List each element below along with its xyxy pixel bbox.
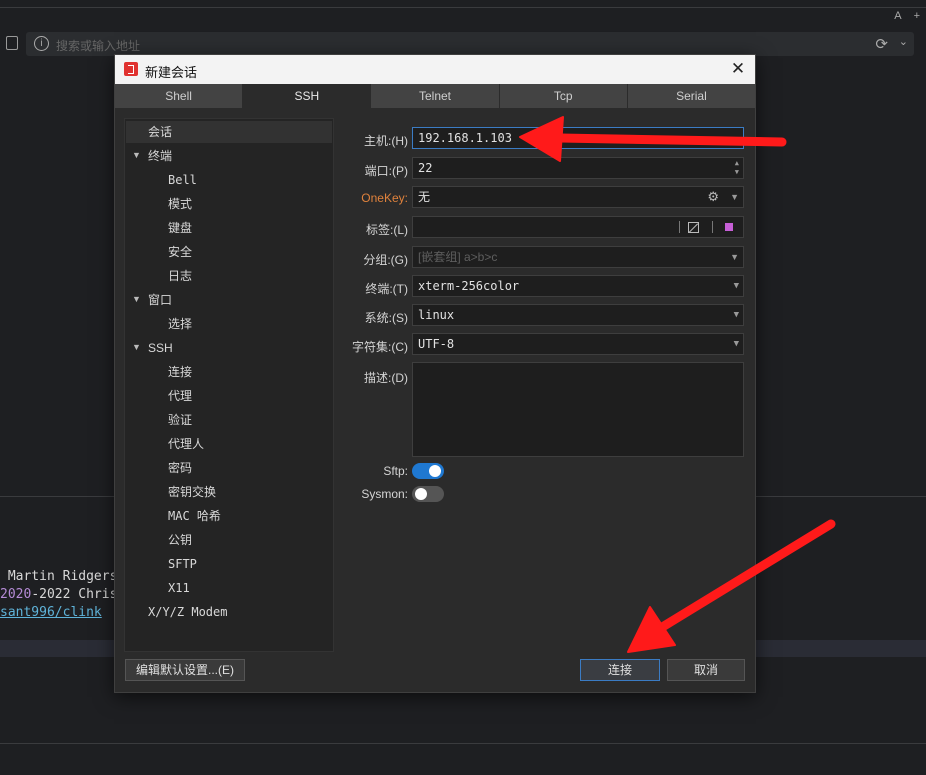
system-select[interactable]: linux ▼ xyxy=(412,304,744,326)
port-spinner[interactable]: 22 ▲ ▼ xyxy=(412,157,744,179)
tree-item-connection[interactable]: 连接 xyxy=(168,361,192,383)
app-logo-icon xyxy=(124,62,138,76)
duplicate-icon[interactable] xyxy=(6,36,18,50)
separator xyxy=(679,221,680,233)
dropdown-arrow-icon[interactable]: ▼ xyxy=(734,276,739,296)
address-placeholder: 搜索或输入地址 xyxy=(56,39,141,53)
add-tab-icon[interactable]: + xyxy=(914,10,920,22)
dropdown-arrow-icon[interactable]: ▼ xyxy=(730,187,739,207)
caret-down-icon[interactable]: ▼ xyxy=(132,342,141,352)
tree-item-mode[interactable]: 模式 xyxy=(168,193,192,215)
sysmon-toggle[interactable] xyxy=(412,486,444,502)
charset-value: UTF-8 xyxy=(418,337,455,351)
group-select[interactable]: [嵌套组] a>b>c ▼ xyxy=(412,246,744,268)
tree-item-bell[interactable]: Bell xyxy=(168,169,197,191)
tab-tcp[interactable]: Tcp xyxy=(499,84,628,108)
tab-shell[interactable]: Shell xyxy=(115,84,244,108)
tag-label: 标签:(L) xyxy=(365,223,408,237)
sftp-toggle[interactable] xyxy=(412,463,444,479)
tab-serial[interactable]: Serial xyxy=(627,84,756,108)
tree-item-ssh[interactable]: SSH xyxy=(148,337,173,359)
top-divider xyxy=(0,7,926,8)
group-placeholder: [嵌套组] a>b>c xyxy=(418,250,498,264)
charset-label: 字符集:(C) xyxy=(352,340,408,354)
edit-defaults-button[interactable]: 编辑默认设置...(E) xyxy=(125,659,245,681)
terminal-type-select[interactable]: xterm-256color ▼ xyxy=(412,275,744,297)
terminal-line: sant996/clink xyxy=(0,605,102,620)
tree-item-proxy[interactable]: 代理 xyxy=(168,385,192,407)
toggle-knob xyxy=(415,488,427,500)
font-icon[interactable]: A xyxy=(894,10,901,22)
tree-item-kex[interactable]: 密钥交换 xyxy=(168,481,216,503)
port-value: 22 xyxy=(418,161,433,175)
group-label: 分组:(G) xyxy=(363,253,408,267)
color-swatch-icon[interactable] xyxy=(725,223,733,231)
dropdown-arrow-icon[interactable]: ▼ xyxy=(730,247,739,267)
description-label: 描述:(D) xyxy=(364,371,408,385)
clear-color-icon[interactable] xyxy=(688,222,699,233)
separator xyxy=(712,221,713,233)
dialog-title: 新建会话 xyxy=(145,65,198,80)
system-label: 系统:(S) xyxy=(364,311,408,325)
terminal-line: 2020-2022 Chris xyxy=(0,587,118,602)
tree-item-x11[interactable]: X11 xyxy=(168,577,190,599)
tree-item-auth[interactable]: 验证 xyxy=(168,409,192,431)
terminal-type-value: xterm-256color xyxy=(418,279,520,293)
tree-item-sftp[interactable]: SFTP xyxy=(168,553,197,575)
dialog-titlebar[interactable]: 新建会话 ✕ xyxy=(115,55,755,84)
tree-item-window[interactable]: 窗口 xyxy=(148,289,172,311)
sftp-label: Sftp: xyxy=(383,464,408,478)
connect-button[interactable]: 连接 xyxy=(580,659,660,681)
spinner-arrows-icon[interactable]: ▲ ▼ xyxy=(735,159,739,177)
caret-down-icon[interactable]: ▼ xyxy=(132,150,141,160)
tree-item-mac[interactable]: MAC 哈希 xyxy=(168,505,221,527)
tree-item-keyboard[interactable]: 键盘 xyxy=(168,217,192,239)
dropdown-arrow-icon[interactable]: ▼ xyxy=(734,305,739,325)
top-toolbar: A + xyxy=(894,10,920,22)
sysmon-label: Sysmon: xyxy=(361,487,408,501)
protocol-tabs: Shell SSH Telnet Tcp Serial xyxy=(115,84,756,108)
onekey-select[interactable]: 无 ⚙ ▼ xyxy=(412,186,744,208)
pane-divider-bottom xyxy=(0,743,926,744)
dropdown-arrow-icon[interactable]: ▼ xyxy=(734,334,739,354)
tag-input[interactable] xyxy=(412,216,744,238)
caret-down-icon[interactable]: ▼ xyxy=(132,294,141,304)
chevron-down-icon[interactable]: ⌄ xyxy=(899,35,908,48)
gear-icon[interactable]: ⚙ xyxy=(707,187,719,207)
onekey-label[interactable]: OneKey: xyxy=(361,191,408,205)
description-textarea[interactable] xyxy=(412,362,744,457)
host-label: 主机:(H) xyxy=(364,134,408,148)
tree-item-log[interactable]: 日志 xyxy=(168,265,192,287)
address-bar[interactable]: i 搜索或输入地址 ⟳ ⌄ xyxy=(26,32,914,56)
tree-item-modem[interactable]: X/Y/Z Modem xyxy=(148,601,227,623)
charset-select[interactable]: UTF-8 ▼ xyxy=(412,333,744,355)
tree-item-session[interactable]: 会话 xyxy=(126,121,332,143)
tree-item-pubkey[interactable]: 公钥 xyxy=(168,529,192,551)
info-icon: i xyxy=(34,36,49,51)
tree-item-terminal[interactable]: 终端 xyxy=(148,145,172,167)
tab-ssh[interactable]: SSH xyxy=(243,84,372,108)
tree-item-security[interactable]: 安全 xyxy=(168,241,192,263)
tree-item-cipher[interactable]: 密码 xyxy=(168,457,192,479)
refresh-icon[interactable]: ⟳ xyxy=(875,35,888,53)
settings-tree: 会话 ▼ 终端 Bell 模式 键盘 安全 日志 ▼ 窗口 选择 ▼ SSH 连… xyxy=(124,118,334,652)
terminal-line: Martin Ridgers xyxy=(0,569,118,584)
host-input[interactable]: 192.168.1.103 xyxy=(412,127,744,149)
tree-item-selection[interactable]: 选择 xyxy=(168,313,192,335)
close-icon[interactable]: ✕ xyxy=(727,58,749,80)
toggle-knob xyxy=(429,465,441,477)
terminal-link[interactable]: sant996/clink xyxy=(0,605,102,620)
system-value: linux xyxy=(418,308,455,322)
onekey-value: 无 xyxy=(418,190,431,204)
new-session-dialog: 新建会话 ✕ Shell SSH Telnet Tcp Serial 会话 ▼ … xyxy=(114,54,756,693)
tab-telnet[interactable]: Telnet xyxy=(371,84,500,108)
terminal-type-label: 终端:(T) xyxy=(365,282,408,296)
port-label: 端口:(P) xyxy=(364,164,408,178)
cancel-button[interactable]: 取消 xyxy=(667,659,745,681)
tree-item-agent[interactable]: 代理人 xyxy=(168,433,204,455)
